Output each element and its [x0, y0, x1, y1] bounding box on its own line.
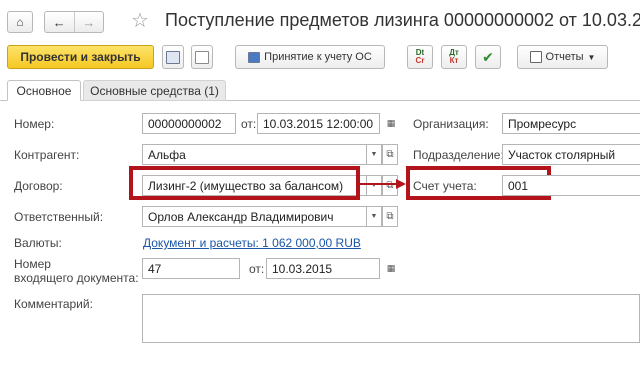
save-button[interactable] — [162, 45, 184, 69]
incoming-calendar-button[interactable]: ▦ — [383, 258, 399, 279]
date-from-label: от: — [241, 117, 257, 131]
contractor-label: Контрагент: — [14, 148, 80, 162]
responsible-field[interactable]: Орлов Александр Владимирович — [142, 206, 367, 227]
calendar-icon: ▦ — [386, 263, 396, 273]
dt-cr-icon: Dt Cr — [415, 48, 425, 65]
tab-fixed-assets[interactable]: Основные средства (1) — [83, 80, 226, 101]
number-field[interactable]: 00000000002 — [142, 113, 236, 134]
organization-field[interactable]: Промресурс — [502, 113, 640, 134]
checkmark-icon: ✔ — [482, 48, 494, 65]
window-title: Поступление предметов лизинга 0000000000… — [165, 10, 640, 30]
organization-label: Организация: — [413, 117, 489, 131]
favorite-star-icon[interactable]: ☆ — [131, 8, 149, 33]
contractor-dropdown[interactable]: ▼ — [366, 144, 382, 165]
accept-os-label: Принятие к учету ОС — [264, 51, 372, 63]
contract-highlight — [129, 166, 360, 200]
check-button[interactable]: ✔ — [475, 45, 501, 69]
incoming-number-label: Номер входящего документа: — [14, 257, 139, 285]
currency-link[interactable]: Документ и расчеты: 1 062 000,00 RUB — [143, 236, 361, 250]
responsible-label: Ответственный: — [14, 210, 104, 224]
calendar-button[interactable]: ▦ — [383, 113, 399, 134]
save-icon — [166, 50, 180, 64]
post-and-close-button[interactable]: Провести и закрыть — [7, 45, 154, 69]
highlight-arrow — [360, 178, 406, 190]
dropdown-icon: ▼ — [370, 151, 378, 158]
dropdown-icon: ▼ — [370, 213, 378, 220]
reports-icon — [529, 51, 542, 63]
incoming-number-field[interactable]: 47 — [142, 258, 240, 279]
dt-kt-button[interactable]: Дт Кт — [441, 45, 467, 69]
number-label: Номер: — [14, 117, 55, 131]
account-field[interactable]: 001 — [502, 175, 640, 196]
responsible-open[interactable]: ⧉ — [382, 206, 398, 227]
open-link-icon: ⧉ — [386, 149, 394, 160]
date-field[interactable]: 10.03.2015 12:00:00 — [257, 113, 380, 134]
history-nav: ← → — [44, 11, 104, 33]
calendar-icon: ▦ — [386, 118, 396, 128]
post-button[interactable] — [191, 45, 213, 69]
comment-field[interactable] — [142, 294, 640, 343]
contract-label: Договор: — [14, 179, 63, 193]
tab-main[interactable]: Основное — [7, 80, 81, 101]
reports-button[interactable]: Отчеты ▼ — [517, 45, 608, 69]
dt-kt-icon: Дт Кт — [449, 48, 459, 65]
reports-label: Отчеты — [545, 51, 584, 63]
back-icon[interactable]: ← — [45, 12, 74, 32]
open-link-icon: ⧉ — [386, 211, 394, 222]
dt-cr-button[interactable]: Dt Cr — [407, 45, 433, 69]
account-label: Счет учета: — [413, 179, 477, 193]
accept-os-button[interactable]: Принятие к учету ОС — [235, 45, 385, 69]
incoming-date-from-label: от: — [249, 262, 265, 276]
forward-icon[interactable]: → — [73, 12, 104, 32]
contractor-open[interactable]: ⧉ — [382, 144, 398, 165]
post-document-icon — [195, 50, 209, 64]
chevron-down-icon: ▼ — [587, 52, 596, 62]
contractor-field[interactable]: Альфа — [142, 144, 367, 165]
division-field[interactable]: Участок столярный — [502, 144, 640, 165]
currency-label: Валюты: — [14, 236, 62, 250]
division-label: Подразделение: — [413, 148, 504, 162]
accept-os-icon — [248, 51, 261, 63]
incoming-date-field[interactable]: 10.03.2015 — [266, 258, 380, 279]
home-button[interactable]: ⌂ — [7, 11, 33, 33]
home-icon: ⌂ — [16, 15, 24, 29]
comment-label: Комментарий: — [14, 297, 93, 311]
responsible-dropdown[interactable]: ▼ — [366, 206, 382, 227]
